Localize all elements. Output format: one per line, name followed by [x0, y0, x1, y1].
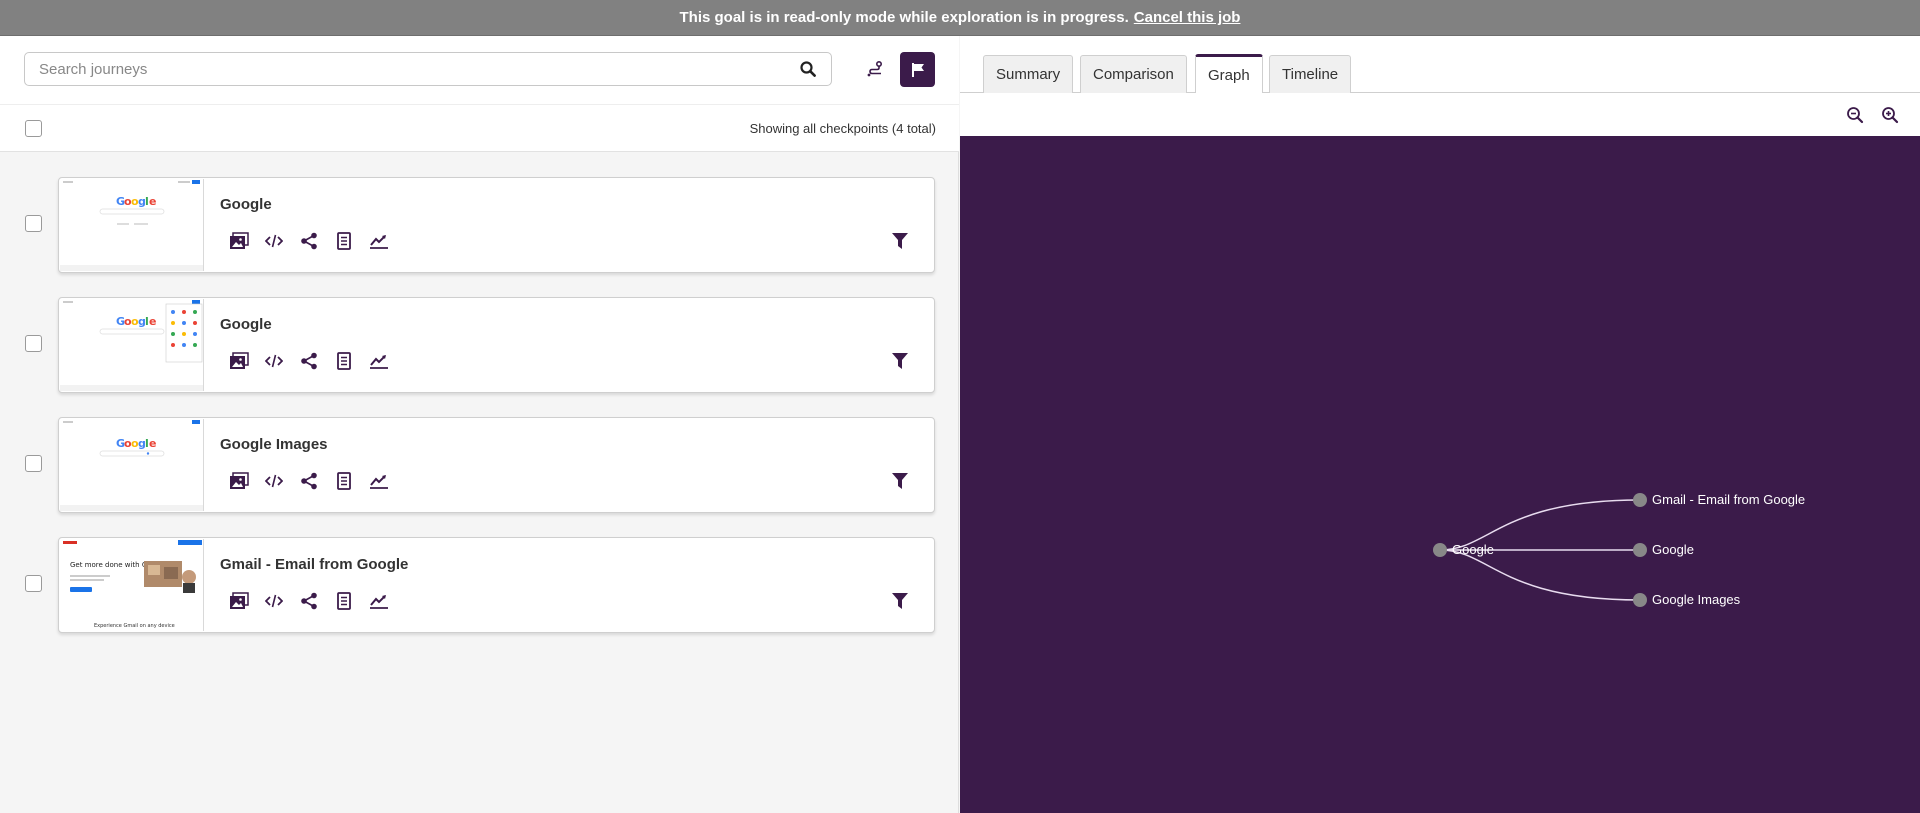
checkpoint-checkbox[interactable] [25, 215, 42, 232]
graph-node[interactable]: Google [1633, 542, 1694, 557]
graph-node-label: Google [1452, 542, 1494, 557]
code-icon[interactable] [262, 590, 286, 612]
document-icon[interactable] [332, 590, 356, 612]
banner-message: This goal is in read-only mode while exp… [679, 9, 1129, 26]
share-icon[interactable] [297, 590, 321, 612]
journeys-toolbar [0, 36, 959, 104]
checkpoint-actions [227, 590, 391, 612]
checkpoint-card[interactable]: Get more done with Gmail Experience Gmail… [58, 537, 935, 633]
checkpoint-title[interactable]: Google [220, 316, 272, 333]
flag-icon [911, 62, 924, 77]
checkpoint-thumbnail[interactable]: Google [60, 299, 204, 391]
cancel-job-link[interactable]: Cancel this job [1134, 9, 1241, 26]
document-icon[interactable] [332, 230, 356, 252]
checkpoint-card[interactable]: Google Google [58, 177, 935, 273]
checkpoint-title[interactable]: Google Images [220, 436, 328, 453]
graph-node[interactable]: Gmail - Email from Google [1633, 492, 1805, 507]
checkpoint-title[interactable]: Google [220, 196, 272, 213]
graph-node[interactable]: Google Images [1633, 592, 1741, 607]
tab-comparison[interactable]: Comparison [1080, 55, 1187, 93]
tab-summary[interactable]: Summary [983, 55, 1074, 93]
filter-icon[interactable] [888, 230, 912, 252]
search-box [24, 52, 832, 86]
filter-icon[interactable] [888, 470, 912, 492]
checkpoint-actions [227, 470, 391, 492]
share-icon[interactable] [297, 350, 321, 372]
screenshots-icon[interactable] [227, 590, 251, 612]
flag-button[interactable] [900, 52, 935, 87]
checkpoint-checkbox[interactable] [25, 335, 42, 352]
checkpoint-thumbnail[interactable]: Get more done with Gmail Experience Gmail… [60, 539, 204, 631]
checkpoint-thumbnail[interactable]: Google [60, 179, 204, 271]
checkpoint-actions [227, 230, 391, 252]
graph-node-label: Gmail - Email from Google [1652, 492, 1805, 507]
svg-text:e: e [149, 315, 156, 328]
graph-node-root[interactable]: Google [1433, 542, 1494, 557]
code-icon[interactable] [262, 230, 286, 252]
svg-text:e: e [149, 437, 156, 450]
list-item: Google Google [0, 297, 959, 393]
graph-edge [1439, 549, 1641, 601]
graph-canvas: Google Gmail - Email from Google Google … [1433, 492, 1805, 607]
search-icon[interactable] [791, 53, 825, 85]
graph-node-label: Google Images [1652, 592, 1741, 607]
list-item: Google Google Images [0, 417, 959, 513]
checkpoint-actions [227, 350, 391, 372]
route-icon[interactable] [860, 54, 890, 84]
code-icon[interactable] [262, 350, 286, 372]
select-all-checkbox[interactable] [25, 120, 42, 137]
read-only-banner: This goal is in read-only mode while exp… [0, 0, 1920, 36]
view-tabs: Summary Comparison Graph Timeline [960, 36, 1920, 94]
performance-chart-icon[interactable] [367, 230, 391, 252]
svg-text:Experience Gmail on any device: Experience Gmail on any device [94, 623, 175, 629]
checkpoint-title[interactable]: Gmail - Email from Google [220, 556, 408, 573]
tab-timeline[interactable]: Timeline [1269, 55, 1352, 93]
journey-graph[interactable]: Google Gmail - Email from Google Google … [960, 136, 1920, 813]
checkpoint-checkbox[interactable] [25, 575, 42, 592]
search-input[interactable] [39, 60, 791, 78]
list-item: Google Google [0, 177, 959, 273]
zoom-in-icon[interactable] [1878, 103, 1902, 127]
document-icon[interactable] [332, 470, 356, 492]
graph-toolbar [960, 93, 1920, 136]
checkpoint-thumbnail[interactable]: Google [60, 419, 204, 511]
performance-chart-icon[interactable] [367, 470, 391, 492]
svg-text:e: e [149, 195, 156, 208]
share-icon[interactable] [297, 470, 321, 492]
details-panel: Summary Comparison Graph Timeline Google… [960, 36, 1920, 813]
document-icon[interactable] [332, 350, 356, 372]
checkpoint-card[interactable]: Google Google [58, 297, 935, 393]
code-icon[interactable] [262, 470, 286, 492]
screenshots-icon[interactable] [227, 230, 251, 252]
screenshots-icon[interactable] [227, 350, 251, 372]
screenshots-icon[interactable] [227, 470, 251, 492]
journeys-panel: Showing all checkpoints (4 total) Google… [0, 36, 959, 813]
share-icon[interactable] [297, 230, 321, 252]
checkpoint-checkbox[interactable] [25, 455, 42, 472]
list-item: Get more done with Gmail Experience Gmail… [0, 537, 959, 633]
tab-graph[interactable]: Graph [1195, 54, 1263, 94]
filter-icon[interactable] [888, 350, 912, 372]
zoom-out-icon[interactable] [1843, 103, 1867, 127]
performance-chart-icon[interactable] [367, 350, 391, 372]
filter-icon[interactable] [888, 590, 912, 612]
checkpoint-count: Showing all checkpoints (4 total) [749, 121, 936, 136]
graph-node-label: Google [1652, 542, 1694, 557]
checkpoint-card[interactable]: Google Google Images [58, 417, 935, 513]
performance-chart-icon[interactable] [367, 590, 391, 612]
list-header: Showing all checkpoints (4 total) [0, 104, 959, 152]
